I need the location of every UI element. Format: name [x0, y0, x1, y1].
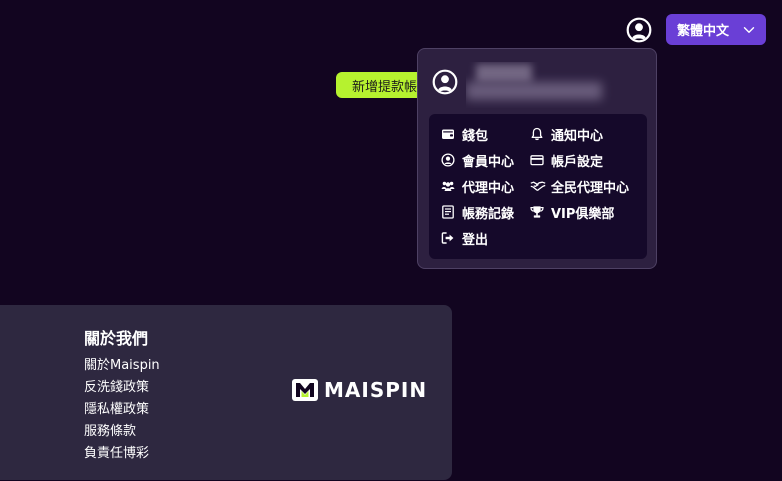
- credit-card-icon: [530, 153, 544, 167]
- menu-item-vip-club[interactable]: VIP俱樂部: [530, 202, 614, 222]
- menu-item-member-center[interactable]: 會員中心: [441, 150, 514, 170]
- user-circle-icon: [626, 17, 652, 43]
- menu-item-universal-agent-center[interactable]: 全民代理中心: [530, 176, 629, 196]
- bell-icon: [530, 127, 544, 141]
- menu-item-notifications[interactable]: 通知中心: [530, 124, 603, 144]
- footer-link-responsible-gaming[interactable]: 負責任博彩: [84, 442, 149, 461]
- username-redacted: [466, 62, 616, 108]
- page: 繁體中文 新增提款帳號 錢包 通知中心 會員中心 帳戶設定 代理中心 全民代理中…: [0, 0, 782, 481]
- user-circle-icon: [432, 69, 458, 95]
- menu-item-account-settings[interactable]: 帳戶設定: [530, 150, 603, 170]
- language-selector[interactable]: 繁體中文: [666, 14, 766, 45]
- maispin-logo: MAISPIN: [291, 378, 436, 402]
- menu-item-agent-center[interactable]: 代理中心: [441, 176, 514, 196]
- menu-item-transaction-records[interactable]: 帳務記錄: [441, 202, 514, 222]
- user-account-button[interactable]: [626, 17, 652, 43]
- wallet-icon: [441, 127, 455, 141]
- logout-icon: [441, 231, 455, 245]
- maispin-logo-text: MAISPIN: [324, 378, 428, 402]
- maispin-logo-icon: [292, 379, 318, 401]
- user-circle-icon: [441, 153, 455, 167]
- footer-link-anti-money-laundering[interactable]: 反洗錢政策: [84, 376, 149, 395]
- footer-link-privacy-policy[interactable]: 隱私權政策: [84, 398, 149, 417]
- user-menu-list: 錢包 通知中心 會員中心 帳戶設定 代理中心 全民代理中心 帳務記錄 VIP俱樂…: [429, 114, 647, 259]
- language-label: 繁體中文: [677, 24, 730, 39]
- footer-about-panel: 關於我們 關於Maispin 反洗錢政策 隱私權政策 服務條款 負責任博彩 MA…: [0, 305, 452, 480]
- chevron-down-icon: [743, 27, 755, 33]
- menu-item-wallet[interactable]: 錢包: [441, 124, 488, 144]
- user-menu-dropdown: 錢包 通知中心 會員中心 帳戶設定 代理中心 全民代理中心 帳務記錄 VIP俱樂…: [417, 48, 657, 269]
- menu-item-logout[interactable]: 登出: [441, 228, 488, 248]
- handshake-icon: [530, 179, 546, 193]
- ledger-icon: [441, 205, 455, 219]
- footer-link-about-maispin[interactable]: 關於Maispin: [84, 354, 160, 373]
- users-icon: [441, 179, 455, 193]
- trophy-icon: [530, 205, 544, 219]
- footer-link-terms-of-service[interactable]: 服務條款: [84, 420, 136, 439]
- about-us-heading: 關於我們: [84, 329, 149, 348]
- user-menu-header: [432, 64, 642, 100]
